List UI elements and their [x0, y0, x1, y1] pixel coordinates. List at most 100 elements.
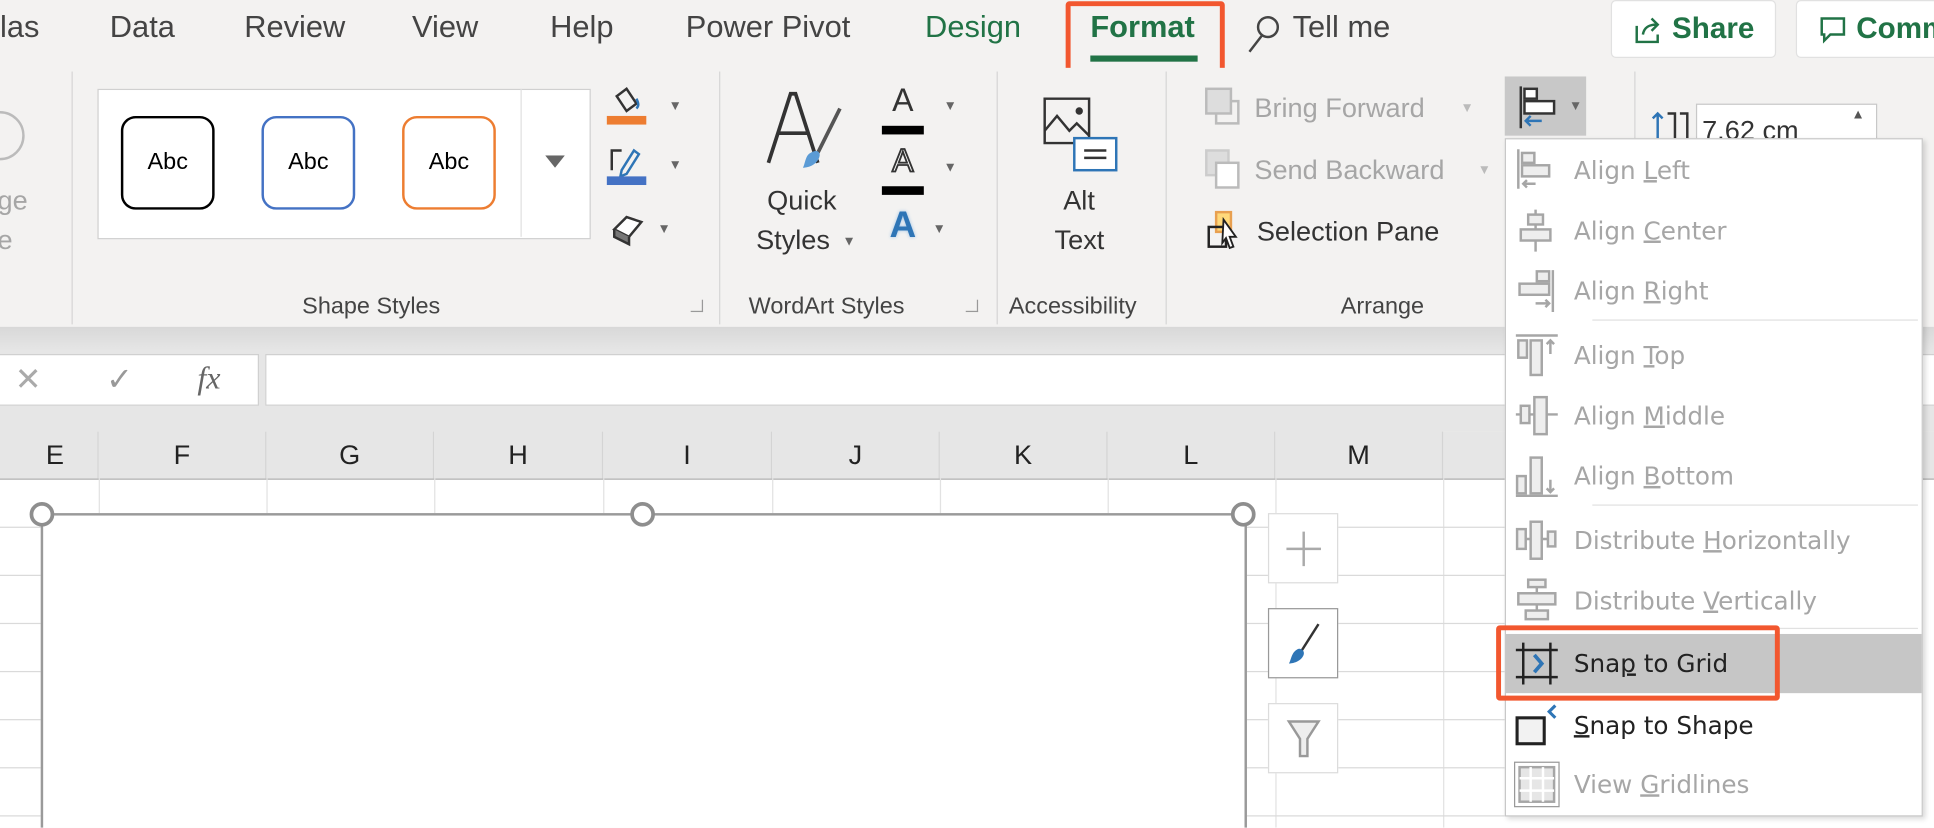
bring-forward-icon [1205, 87, 1240, 125]
tab-data[interactable]: Data [110, 10, 175, 46]
column-header-h[interactable]: H [434, 431, 604, 479]
column-header-j[interactable]: J [772, 431, 940, 479]
align-left-icon [1519, 86, 1556, 129]
chevron-down-icon[interactable]: ▼ [669, 158, 682, 173]
text-fill-icon[interactable]: A [881, 81, 924, 135]
paintbrush-icon [1288, 622, 1319, 663]
alt-text-label-2: Text [1054, 224, 1105, 256]
distribute-vertically-icon [1512, 576, 1561, 625]
quick-styles-label-1: Quick [767, 185, 837, 216]
column-header-e[interactable]: E [0, 431, 99, 479]
menu-item-align-right[interactable]: Align Right [1506, 261, 1922, 320]
menu-item-snap-to-shape[interactable]: Snap to Shape [1506, 696, 1922, 755]
chart-elements-button[interactable] [1267, 513, 1339, 584]
chevron-down-icon[interactable]: ▼ [944, 99, 957, 114]
send-backward-icon [1205, 149, 1240, 189]
menu-item-align-middle[interactable]: Align Middle [1506, 386, 1922, 445]
align-top-icon [1512, 331, 1561, 380]
resize-handle[interactable] [1230, 501, 1256, 527]
menu-item-align-left[interactable]: Align Left [1506, 141, 1922, 200]
tab-view[interactable]: View [412, 10, 478, 46]
align-center-icon [1512, 206, 1561, 255]
selection-pane-button[interactable]: Selection Pane [1257, 216, 1440, 248]
chart-filters-button[interactable] [1267, 703, 1339, 774]
menu-item-align-center[interactable]: Align Center [1506, 201, 1922, 260]
menu-item-distribute-vertically[interactable]: Distribute Vertically [1506, 571, 1922, 630]
spin-up-icon[interactable]: ▲ [1851, 107, 1864, 122]
dialog-launcher-icon[interactable] [690, 299, 704, 313]
align-right-icon [1512, 266, 1561, 315]
access-key: C [1643, 215, 1661, 246]
dialog-launcher-icon[interactable] [965, 299, 979, 313]
resize-handle[interactable] [630, 501, 655, 527]
label-text: Align [1573, 276, 1644, 306]
shape-style-sample[interactable]: Abc [120, 115, 215, 210]
column-letter: E [45, 439, 64, 470]
shape-fill-icon[interactable] [604, 84, 653, 128]
column-header-l[interactable]: L [1107, 431, 1276, 479]
shape-outline-icon[interactable] [604, 143, 653, 187]
text-effects-icon[interactable]: A [882, 205, 924, 249]
menu-item-view-gridlines[interactable]: View Gridlines [1506, 755, 1922, 814]
group-separator [1165, 71, 1167, 325]
highlight-box-snap-to-grid [1496, 625, 1780, 701]
search-icon[interactable] [1246, 12, 1283, 54]
menu-item-distribute-horizontally[interactable]: Distribute Horizontally [1506, 511, 1922, 570]
access-key: H [1703, 525, 1722, 556]
tab-power-pivot[interactable]: Power Pivot [686, 10, 851, 46]
enter-icon[interactable]: ✓ [106, 360, 133, 398]
group-separator [719, 71, 721, 325]
label-text: Align [1573, 340, 1644, 371]
shape-height-field[interactable]: 7.62 cm ▲ [1695, 103, 1878, 141]
share-label: Share [1672, 11, 1755, 46]
send-backward-button[interactable]: Send Backward [1254, 154, 1444, 186]
group-label-arrange: Arrange [1340, 293, 1425, 320]
menu-item-label: Align Bottom [1574, 461, 1734, 491]
chart-styles-button[interactable] [1267, 608, 1339, 679]
cancel-icon[interactable]: ✕ [15, 360, 42, 398]
chevron-down-icon[interactable]: ▼ [669, 99, 682, 114]
column-header-i[interactable]: I [603, 431, 773, 479]
snap-to-shape-icon [1512, 701, 1561, 750]
menu-item-align-bottom[interactable]: Align Bottom [1506, 446, 1922, 505]
text-outline-icon[interactable]: A [881, 141, 924, 195]
column-header-f[interactable]: F [98, 431, 267, 479]
label-text: Align [1573, 155, 1644, 186]
share-button[interactable]: Share [1610, 0, 1777, 58]
highlight-box-format [1065, 1, 1225, 78]
group-separator [996, 71, 998, 325]
column-header-k[interactable]: K [939, 431, 1108, 479]
menu-item-label: Distribute Horizontally [1574, 525, 1851, 555]
menu-item-align-top[interactable]: Align Top [1506, 326, 1922, 385]
plus-icon [1285, 530, 1321, 566]
tab-help[interactable]: Help [550, 10, 613, 46]
quick-styles-button[interactable]: Quick Styles ▼ [746, 81, 857, 266]
label-text: eft [1656, 155, 1690, 186]
shape-effects-icon[interactable] [609, 212, 646, 247]
tab-review[interactable]: Review [244, 10, 345, 46]
access-key: L [1643, 155, 1657, 186]
shape-style-sample[interactable]: Abc [402, 115, 496, 210]
gallery-more-button[interactable] [520, 88, 589, 237]
column-header-g[interactable]: G [266, 431, 435, 479]
column-header-m[interactable]: M [1275, 431, 1444, 479]
bring-forward-button[interactable]: Bring Forward [1254, 93, 1424, 125]
comments-button[interactable]: Comm [1795, 0, 1934, 58]
shape-style-sample[interactable]: Abc [261, 115, 356, 210]
access-key: B [1643, 461, 1661, 491]
selection-pane-icon [1207, 210, 1238, 250]
chevron-down-icon[interactable]: ▼ [944, 160, 957, 175]
resize-handle[interactable] [29, 501, 55, 527]
label-text: Align [1573, 215, 1644, 246]
quick-styles-icon [766, 91, 842, 168]
tab-formulas[interactable]: las [0, 10, 39, 46]
tab-design[interactable]: Design [925, 10, 1021, 46]
chevron-down-icon[interactable]: ▼ [657, 222, 670, 237]
alt-text-button[interactable]: Alt Text [1030, 89, 1129, 262]
insert-function-icon[interactable]: fx [197, 360, 220, 397]
label-text: Align [1573, 461, 1644, 491]
align-button[interactable]: ▼ [1504, 76, 1587, 136]
tell-me-search[interactable]: Tell me [1293, 10, 1391, 46]
chevron-down-icon[interactable]: ▼ [932, 222, 945, 237]
selected-chart-area[interactable] [40, 513, 1247, 828]
